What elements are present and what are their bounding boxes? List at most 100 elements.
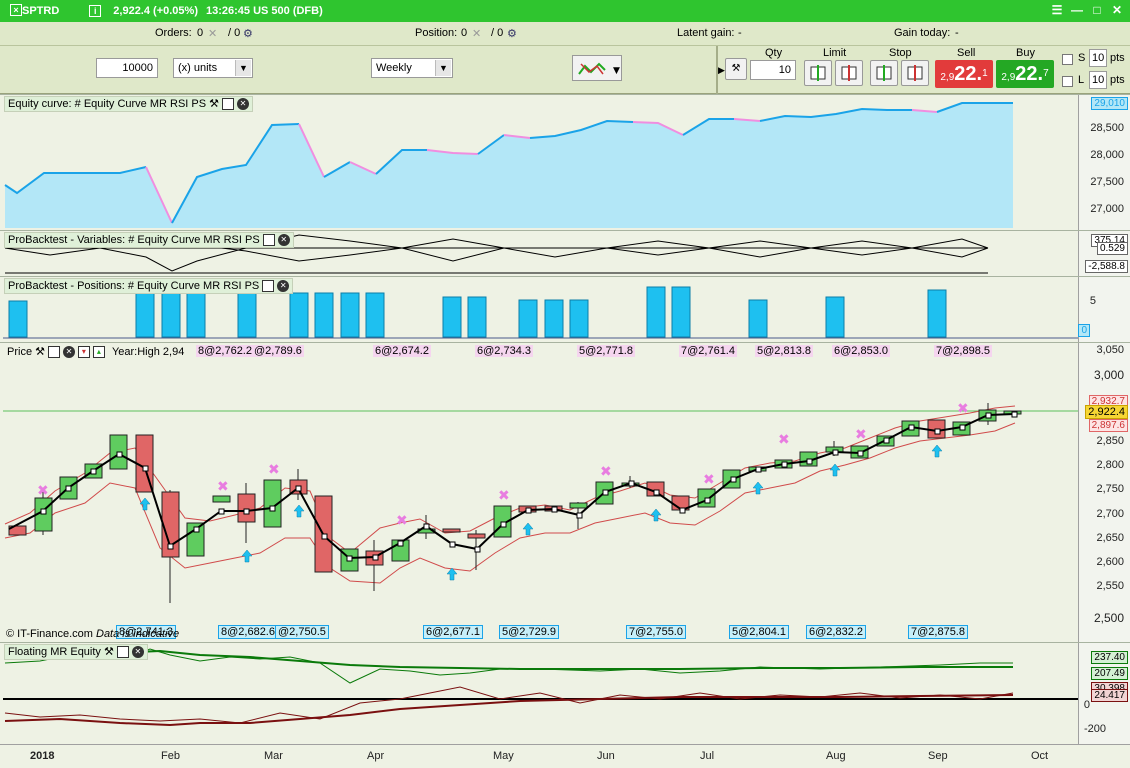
year-high-info: Year:High 2,94: [111, 346, 185, 358]
close-icon[interactable]: ✕: [236, 98, 249, 110]
y-label: 2,750: [1096, 483, 1124, 495]
y-label: 28,500: [1090, 122, 1124, 134]
s-points-input[interactable]: 10: [1089, 49, 1107, 67]
svg-text:▼: ▼: [613, 66, 620, 76]
wrench-icon[interactable]: ⚒: [725, 58, 747, 80]
svg-text:✖: ✖: [396, 513, 408, 529]
buy-label: Buy: [1016, 47, 1035, 59]
y-label: -200: [1083, 723, 1106, 735]
strategy-button[interactable]: ▼: [572, 55, 622, 81]
quantity-input[interactable]: 10000: [96, 58, 158, 78]
floating-tag: 207.49: [1091, 667, 1128, 680]
l-points-input[interactable]: 10: [1089, 71, 1107, 89]
close-icon[interactable]: ✕: [277, 234, 290, 246]
wrench-icon[interactable]: ⚒: [209, 97, 219, 111]
wrench-icon[interactable]: ⚒: [35, 345, 45, 359]
sell-price: 22.: [954, 63, 983, 85]
price-panel-title: Price ⚒ ✕ ▾ ▴ Year:High 2,94: [4, 344, 188, 360]
units-value: (x) units: [178, 62, 218, 74]
collapse-icon[interactable]: ▶: [718, 65, 725, 76]
sell-button[interactable]: 2,922.1: [935, 60, 993, 88]
equity-axis: 29,010 28,500 28,000 27,500 27,000: [1078, 95, 1130, 230]
maximize-icon[interactable]: □: [1090, 3, 1104, 17]
chevron-down-icon: ▼: [235, 60, 251, 76]
close-icon[interactable]: ✕: [62, 346, 75, 358]
buy-order-icon[interactable]: ▴: [92, 346, 105, 358]
minimize-icon[interactable]: —: [1070, 3, 1084, 17]
window-icon[interactable]: [47, 346, 60, 358]
variables-title: ProBacktest - Variables: # Equity Curve …: [8, 234, 260, 246]
svg-text:✖: ✖: [778, 432, 790, 448]
s-checkbox[interactable]: [1062, 54, 1073, 65]
y-label: 27,000: [1090, 203, 1124, 215]
s-pts-label: pts: [1110, 52, 1125, 64]
order-tag: 6@2,832.2: [806, 625, 866, 639]
cancel-orders-icon[interactable]: ✕: [208, 27, 217, 40]
buy-button[interactable]: 2,922.7: [996, 60, 1054, 88]
svg-text:✖: ✖: [37, 483, 49, 499]
variables-panel-title: ProBacktest - Variables: # Equity Curve …: [4, 232, 294, 248]
floating-title: Floating MR Equity: [8, 646, 101, 658]
sell-limit-button[interactable]: [835, 60, 863, 86]
window-icon[interactable]: [116, 646, 129, 658]
order-tag: 7@2,761.4: [679, 345, 737, 357]
l-pts-label: pts: [1110, 74, 1125, 86]
position-settings-icon[interactable]: ⚙: [507, 27, 517, 40]
close-icon[interactable]: ✕: [1110, 3, 1124, 17]
order-tag: 6@2,853.0: [832, 345, 890, 357]
close-position-icon[interactable]: ✕: [472, 27, 481, 40]
x-label: Sep: [928, 750, 948, 762]
strategy-icon: ▼: [578, 62, 620, 76]
price-plot: ✖ ✖ ✖ ✖ ✖ ✖ ✖ ✖ ✖ ✖: [3, 401, 1078, 603]
sell-order-icon[interactable]: ▾: [77, 346, 90, 358]
buy-stop-icon: [876, 65, 892, 81]
close-chart-icon[interactable]: ×: [10, 4, 22, 16]
time-market: 13:26:45 US 500 (DFB): [205, 5, 323, 17]
units-select[interactable]: (x) units ▼: [173, 58, 253, 78]
buy-stop-button[interactable]: [870, 60, 898, 86]
menu-icon[interactable]: ☰: [1050, 3, 1064, 17]
sell-stop-icon: [907, 65, 923, 81]
order-tag: @2,750.5: [275, 625, 329, 639]
svg-text:✖: ✖: [600, 464, 612, 480]
y-label: 3,050: [1096, 344, 1124, 356]
floating-equity-panel: Floating MR Equity⚒ ✕ 237.40 207.49 30.39…: [0, 642, 1130, 744]
position-value-tag: 0: [1078, 324, 1090, 337]
orders-bar: Orders: 0 ✕ / 0 ⚙ Position: 0 ✕ / 0 ⚙ La…: [0, 22, 1130, 46]
x-label: Mar: [264, 750, 283, 762]
x-label: Apr: [367, 750, 385, 762]
order-tag: 5@2,804.1: [729, 625, 789, 639]
equity-curve-panel: Equity curve: # Equity Curve MR RSI PS ⚒ ✕…: [0, 94, 1130, 230]
close-icon[interactable]: ✕: [277, 280, 290, 292]
timeframe-select[interactable]: Weekly ▼: [371, 58, 453, 78]
x-label: Jul: [700, 750, 715, 762]
symbol-name[interactable]: SPTRD: [22, 5, 59, 17]
position-sep: / 0: [491, 27, 504, 39]
wrench-icon[interactable]: ⚒: [104, 645, 114, 659]
price-axis: 3,050 3,000 2,932.7 2,922.4 2,897.6 2,85…: [1078, 343, 1130, 642]
order-tag: @2,789.6: [252, 345, 304, 357]
y-label: 2,800: [1096, 459, 1124, 471]
floating-axis: 237.40 207.49 30.398 24.417 0 -200: [1078, 643, 1130, 744]
sell-stop-button[interactable]: [901, 60, 929, 86]
y-label: 2,500: [1093, 611, 1124, 625]
window-icon[interactable]: [262, 234, 275, 246]
info-icon[interactable]: i: [89, 5, 102, 17]
variables-axis: 375.14 0.529 -2,588.8: [1078, 231, 1130, 276]
gain-today-value: -: [955, 27, 959, 39]
l-checkbox[interactable]: [1062, 76, 1073, 87]
orders-label: Orders:: [155, 27, 192, 39]
variable-tag: -2,588.8: [1085, 260, 1128, 273]
data-note: Data is indicative: [96, 628, 180, 640]
sell-label: Sell: [957, 47, 976, 59]
window-icon[interactable]: [221, 98, 234, 110]
equity-curve-plot: [4, 102, 1013, 228]
window-icon[interactable]: [262, 280, 275, 292]
price-panel: ✖ ✖ ✖ ✖ ✖ ✖ ✖ ✖ ✖ ✖ Price ⚒ ✕ ▾ ▴ Year:High 2,94 8@2,7…: [0, 342, 1130, 642]
orders-settings-icon[interactable]: ⚙: [243, 27, 253, 40]
buy-limit-button[interactable]: [804, 60, 832, 86]
y-label: 2,650: [1096, 532, 1124, 544]
qty-input[interactable]: 10: [750, 60, 796, 80]
close-icon[interactable]: ✕: [131, 646, 144, 658]
y-label: 3,000: [1093, 368, 1124, 382]
